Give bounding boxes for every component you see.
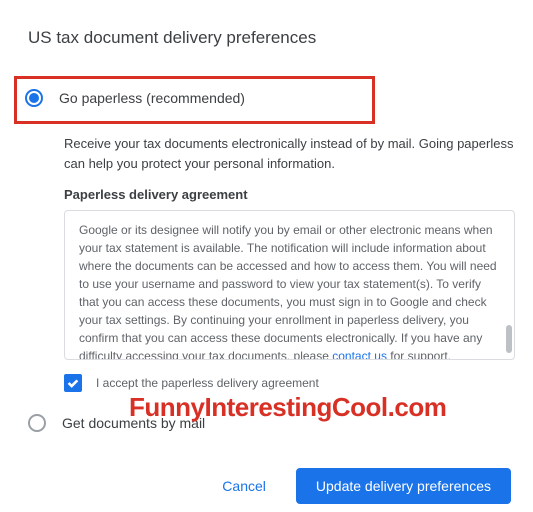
option-paperless-label[interactable]: Go paperless (recommended): [59, 90, 245, 106]
scrollbar-thumb[interactable]: [506, 325, 512, 353]
agreement-heading: Paperless delivery agreement: [64, 187, 515, 202]
checkbox-checked-icon[interactable]: [64, 374, 82, 392]
update-button[interactable]: Update delivery preferences: [296, 468, 511, 504]
radio-unselected-icon[interactable]: [28, 414, 46, 432]
option-paperless[interactable]: Go paperless (recommended): [17, 89, 372, 107]
option-mail-label[interactable]: Get documents by mail: [62, 415, 205, 431]
agreement-suffix: for support.: [387, 349, 451, 360]
agreement-text: Google or its designee will notify you b…: [79, 223, 497, 360]
option-mail[interactable]: Get documents by mail: [28, 414, 515, 432]
radio-selected-icon[interactable]: [25, 89, 43, 107]
action-bar: Cancel Update delivery preferences: [28, 468, 515, 504]
cancel-button[interactable]: Cancel: [204, 468, 284, 504]
accept-row[interactable]: I accept the paperless delivery agreemen…: [64, 374, 515, 392]
accept-label: I accept the paperless delivery agreemen…: [96, 376, 319, 390]
highlight-box: Go paperless (recommended): [14, 76, 375, 124]
paperless-description: Receive your tax documents electronicall…: [64, 134, 515, 173]
page-title: US tax document delivery preferences: [28, 28, 515, 48]
agreement-box[interactable]: Google or its designee will notify you b…: [64, 210, 515, 360]
contact-us-link[interactable]: contact us: [332, 349, 387, 360]
